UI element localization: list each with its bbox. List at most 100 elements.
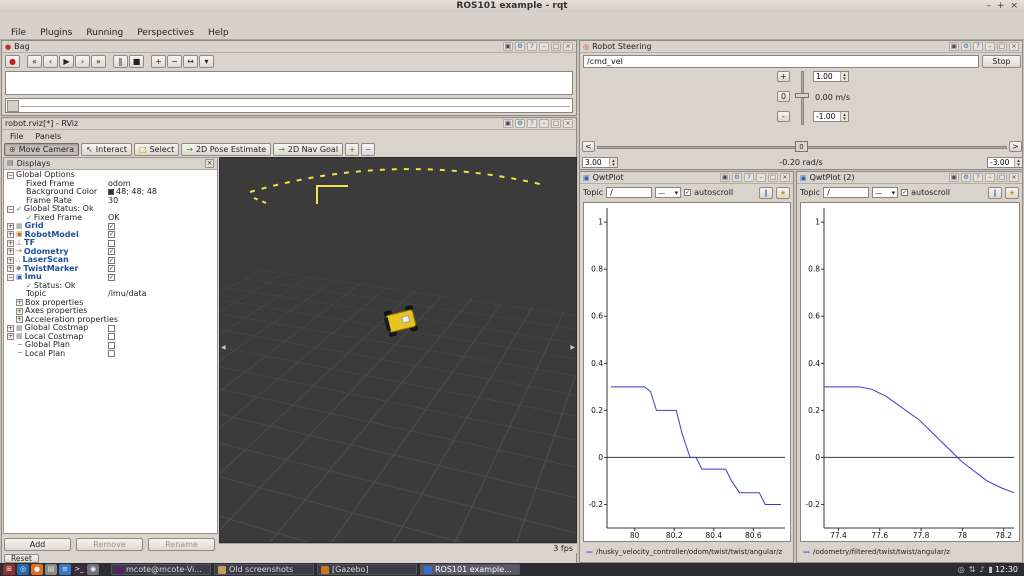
splitter-collapse-left-icon[interactable]: ◀ xyxy=(221,344,226,351)
plot-topic-input[interactable]: / xyxy=(823,187,869,198)
rviz-panel-titlebar[interactable]: robot.rviz[*] - RViz ▣⚙?–□× xyxy=(2,118,576,130)
remove-display-button[interactable]: Remove xyxy=(76,538,143,551)
help-icon[interactable]: ? xyxy=(973,42,983,51)
minimize-icon[interactable]: – xyxy=(985,173,995,182)
rviz-tool-select[interactable]: □Select xyxy=(134,143,179,156)
undock-icon[interactable]: ▣ xyxy=(503,119,513,128)
taskbar-window-button[interactable]: mcote@mcote-Vi... xyxy=(111,564,211,575)
rviz-tool-2d-pose-estimate[interactable]: →2D Pose Estimate xyxy=(181,143,271,156)
display-enabled-checkbox[interactable] xyxy=(108,350,115,357)
angular-right-button[interactable]: > xyxy=(1009,141,1022,152)
bag-save-button[interactable]: ▾ xyxy=(199,55,214,68)
taskbar-window-button[interactable]: ROS101 example... xyxy=(420,564,520,575)
minimize-icon[interactable]: – xyxy=(985,42,995,51)
display-enabled-checkbox[interactable] xyxy=(108,342,115,349)
pause-plot-button[interactable]: ‖ xyxy=(759,187,773,199)
menu-running[interactable]: Running xyxy=(79,28,130,38)
rviz-tool-move-camera[interactable]: ⊕Move Camera xyxy=(4,143,79,156)
settings-icon[interactable]: ⚙ xyxy=(961,42,971,51)
undock-icon[interactable]: ▣ xyxy=(720,173,730,182)
launcher-firefox-icon[interactable]: ● xyxy=(31,564,43,575)
tree-expander-icon[interactable]: − xyxy=(7,172,14,179)
help-icon[interactable]: ? xyxy=(527,42,537,51)
plot-topic-input[interactable]: / xyxy=(606,187,652,198)
close-icon[interactable]: × xyxy=(780,173,790,182)
plot-settings-button[interactable]: ★ xyxy=(776,187,790,199)
displays-panel-header[interactable]: ▤ Displays × xyxy=(4,158,217,170)
rviz-tool-2d-nav-goal[interactable]: →2D Nav Goal xyxy=(273,143,343,156)
autoscroll-checkbox[interactable]: ✓ xyxy=(684,189,691,196)
tree-expander-icon[interactable]: + xyxy=(16,299,23,306)
bag-scrollbar[interactable] xyxy=(5,98,573,113)
help-icon[interactable]: ? xyxy=(744,173,754,182)
settings-icon[interactable]: ⚙ xyxy=(515,42,525,51)
launcher-writer-icon[interactable]: ≡ xyxy=(59,564,71,575)
tree-expander-icon[interactable]: + xyxy=(7,325,14,332)
bag-play-button[interactable]: ▶ xyxy=(59,55,74,68)
linear-zero-button[interactable]: 0 xyxy=(777,91,790,102)
pause-plot-button[interactable]: ‖ xyxy=(988,187,1002,199)
tray-indicator-icon[interactable]: ◎ xyxy=(958,565,965,574)
tree-expander-icon[interactable]: + xyxy=(7,231,14,238)
display-enabled-checkbox[interactable]: ✓ xyxy=(108,265,115,272)
display-enabled-checkbox[interactable] xyxy=(108,325,115,332)
launcher-menu-icon[interactable]: ⊞ xyxy=(3,564,15,575)
taskbar-window-button[interactable]: Old screenshots xyxy=(214,564,314,575)
spin-down-icon[interactable]: ▾ xyxy=(612,163,615,167)
autoscroll-checkbox[interactable]: ✓ xyxy=(901,189,908,196)
close-button[interactable]: × xyxy=(1010,1,1018,11)
minimize-icon[interactable]: – xyxy=(756,173,766,182)
tree-expander-icon[interactable]: + xyxy=(7,223,14,230)
qwtplot-titlebar[interactable]: ▣ QwtPlot ▣⚙?–□× xyxy=(580,172,793,184)
tree-expander-icon[interactable]: − xyxy=(7,274,14,281)
bag-stop-button[interactable]: ■ xyxy=(129,55,144,68)
undock-icon[interactable]: ▣ xyxy=(949,42,959,51)
undock-icon[interactable]: ▣ xyxy=(949,173,959,182)
tree-expander-icon[interactable]: + xyxy=(16,308,23,315)
steering-panel-titlebar[interactable]: ◎ Robot Steering ▣⚙?–□× xyxy=(580,41,1022,53)
spin-down-icon[interactable]: ▾ xyxy=(843,77,846,81)
minimize-icon[interactable]: – xyxy=(539,42,549,51)
rviz-tool--[interactable]: + xyxy=(345,143,359,156)
linear-slider-handle[interactable] xyxy=(795,93,809,98)
splitter-collapse-right-icon[interactable]: ▶ xyxy=(570,344,575,351)
maximize-icon[interactable]: □ xyxy=(551,119,561,128)
spin-down-icon[interactable]: ▾ xyxy=(843,117,846,121)
close-icon[interactable]: × xyxy=(1009,173,1019,182)
rviz-menu-file[interactable]: File xyxy=(4,132,29,141)
display-enabled-checkbox[interactable]: ✓ xyxy=(108,274,115,281)
angular-min-spinbox[interactable]: -3.00▴▾ xyxy=(987,157,1023,168)
angular-max-spinbox[interactable]: 3.00▴▾ xyxy=(582,157,618,168)
tree-expander-icon[interactable]: + xyxy=(7,240,14,247)
close-icon[interactable]: × xyxy=(1009,42,1019,51)
tree-expander-icon[interactable]: + xyxy=(7,257,14,264)
display-enabled-checkbox[interactable]: ✓ xyxy=(108,257,115,264)
minimize-icon[interactable]: – xyxy=(539,119,549,128)
bag-skip-end-button[interactable]: » xyxy=(91,55,106,68)
tray-network-icon[interactable]: ⇅ xyxy=(969,565,976,574)
add-display-button[interactable]: Add xyxy=(4,538,71,551)
linear-min-spinbox[interactable]: -1.00▴▾ xyxy=(813,111,849,122)
bag-timeline[interactable] xyxy=(5,71,573,95)
rviz-tool-interact[interactable]: ↖Interact xyxy=(81,143,132,156)
tree-row[interactable]: +▣RobotModel✓ xyxy=(4,231,217,240)
tree-expander-icon[interactable]: + xyxy=(7,333,14,340)
settings-icon[interactable]: ⚙ xyxy=(515,119,525,128)
reset-button[interactable]: Reset xyxy=(4,554,39,563)
taskbar-window-button[interactable]: [Gazebo] xyxy=(317,564,417,575)
bag-zoom-in-button[interactable]: + xyxy=(151,55,166,68)
linear-increase-button[interactable]: + xyxy=(777,71,790,82)
tree-expander-icon[interactable]: + xyxy=(7,265,14,272)
plot-canvas[interactable]: 10.80.60.40.20-0.277.477.677.87878.2 xyxy=(800,202,1020,542)
help-icon[interactable]: ? xyxy=(973,173,983,182)
plot-canvas[interactable]: 10.80.60.40.20-0.28080.280.480.6 xyxy=(583,202,791,542)
undock-icon[interactable]: ▣ xyxy=(503,42,513,51)
bag-scrollbar-handle[interactable] xyxy=(7,100,19,112)
display-enabled-checkbox[interactable]: ✓ xyxy=(108,248,115,255)
menu-file[interactable]: File xyxy=(4,28,33,38)
linear-slider-track[interactable] xyxy=(801,71,804,125)
displays-close-icon[interactable]: × xyxy=(205,159,214,168)
tray-battery-icon[interactable]: ▮ xyxy=(989,565,993,574)
tree-value[interactable]: OK xyxy=(108,214,120,222)
qwtplot2-titlebar[interactable]: ▣ QwtPlot (2) ▣⚙?–□× xyxy=(797,172,1022,184)
